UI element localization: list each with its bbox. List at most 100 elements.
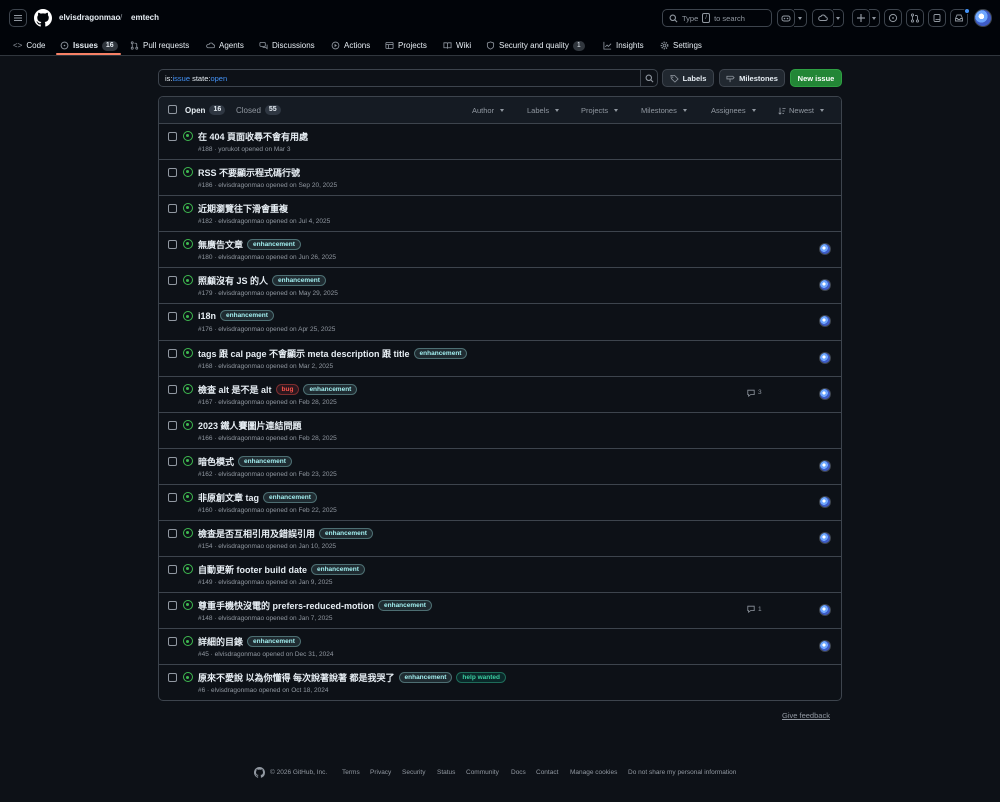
- comment-count[interactable]: 1: [747, 605, 762, 614]
- create-new-button[interactable]: [852, 9, 870, 27]
- assignee-avatar[interactable]: [819, 604, 831, 617]
- issue-row[interactable]: 近期瀏覽往下滑會重複 #182 · elvisdragonmao opened o…: [159, 196, 841, 233]
- issue-row[interactable]: RSS 不要顯示程式碼行號 #186 · elvisdragonmao opene…: [159, 160, 841, 197]
- issue-checkbox[interactable]: [168, 637, 177, 647]
- issue-row[interactable]: 無廣告文章 enhancement #180 · elvisdragonmao op…: [159, 232, 841, 269]
- issue-checkbox[interactable]: [168, 673, 177, 683]
- issue-title-link[interactable]: 檢查 alt 是不是 alt: [198, 383, 272, 396]
- footer-link[interactable]: Do not share my personal information: [628, 769, 736, 776]
- footer-link[interactable]: Security: [402, 769, 425, 776]
- pull-requests-shortcut-button[interactable]: [906, 9, 924, 27]
- issue-title-link[interactable]: 檢查是否互相引用及錯誤引用: [198, 527, 315, 540]
- issue-title-link[interactable]: 暗色模式: [198, 455, 234, 468]
- issue-row[interactable]: 檢查 alt 是不是 alt bug enhancement #167 · elvis…: [159, 377, 841, 413]
- issue-checkbox[interactable]: [168, 456, 177, 466]
- issue-label[interactable]: enhancement: [311, 564, 365, 576]
- issue-checkbox[interactable]: [168, 601, 177, 611]
- tab-pull-requests[interactable]: Pull requests: [130, 35, 189, 56]
- issue-title-link[interactable]: 非原創文章 tag: [198, 491, 259, 504]
- issue-row[interactable]: 尊重手機快沒電的 prefers-reduced-motion enhanceme…: [159, 593, 841, 630]
- issue-title-link[interactable]: 尊重手機快沒電的 prefers-reduced-motion: [198, 599, 374, 612]
- issue-label[interactable]: bug: [275, 383, 300, 395]
- projects-filter-dropdown[interactable]: Projects: [581, 106, 619, 115]
- tab-actions[interactable]: Actions: [331, 35, 370, 56]
- issue-row[interactable]: 暗色模式 enhancement #162 · elvisdragonmao ope…: [159, 449, 841, 485]
- issue-title-link[interactable]: RSS 不要顯示程式碼行號: [198, 166, 300, 179]
- issue-checkbox[interactable]: [168, 348, 177, 358]
- issue-row[interactable]: 詳細的目錄 enhancement #45 · elvisdragonmao ope…: [159, 629, 841, 666]
- issue-checkbox[interactable]: [168, 132, 177, 141]
- assignee-avatar[interactable]: [819, 459, 831, 472]
- issue-checkbox[interactable]: [168, 276, 177, 286]
- codespaces-button[interactable]: [812, 9, 834, 27]
- issue-checkbox[interactable]: [168, 529, 177, 539]
- issue-label[interactable]: enhancement: [413, 347, 468, 359]
- issue-row[interactable]: 照顧沒有 JS 的人 enhancement #179 · elvisdragonm…: [159, 268, 841, 305]
- tab-insights[interactable]: Insights: [603, 35, 644, 56]
- open-issues-tab[interactable]: Open 16: [185, 105, 226, 115]
- issue-checkbox[interactable]: [168, 312, 177, 322]
- issue-checkbox[interactable]: [168, 420, 177, 430]
- issue-title-link[interactable]: 原來不愛說 以為你懂得 每次說著說著 都是我哭了: [198, 671, 395, 684]
- labels-button[interactable]: Labels: [662, 69, 714, 87]
- issue-title-link[interactable]: 無廣告文章: [198, 238, 243, 251]
- copilot-button[interactable]: [777, 9, 795, 27]
- issue-label[interactable]: enhancement: [247, 239, 301, 251]
- codespaces-dropdown-button[interactable]: [833, 9, 844, 27]
- tab-security[interactable]: Security and quality 1: [486, 35, 585, 56]
- filter-search-button[interactable]: [640, 69, 658, 87]
- github-logo-icon[interactable]: [34, 9, 52, 27]
- assignee-avatar[interactable]: [819, 387, 831, 400]
- assignee-avatar[interactable]: [819, 351, 831, 364]
- footer-link[interactable]: Contact: [536, 769, 558, 776]
- global-search-input[interactable]: Type / to search: [662, 9, 772, 27]
- issue-checkbox[interactable]: [168, 168, 177, 178]
- issue-label[interactable]: enhancement: [263, 491, 317, 503]
- footer-link[interactable]: Status: [437, 769, 455, 776]
- copilot-dropdown-button[interactable]: [794, 9, 807, 27]
- issue-title-link[interactable]: i18n: [198, 311, 216, 321]
- issue-label[interactable]: enhancement: [378, 600, 432, 612]
- issue-checkbox[interactable]: [168, 204, 177, 214]
- select-all-checkbox[interactable]: [168, 105, 177, 114]
- issue-label[interactable]: help wanted: [456, 672, 506, 684]
- issue-row[interactable]: 2023 鐵人賽圖片連結問題 #166 · elvisdragonmao open…: [159, 413, 841, 449]
- tab-wiki[interactable]: Wiki: [443, 35, 471, 56]
- new-issue-button[interactable]: New issue: [790, 69, 842, 87]
- sort-dropdown[interactable]: Newest: [778, 106, 825, 115]
- comment-count[interactable]: 3: [747, 389, 762, 397]
- assignee-avatar[interactable]: [819, 315, 831, 328]
- tab-projects[interactable]: Projects: [385, 35, 427, 56]
- menu-button[interactable]: [9, 9, 27, 27]
- breadcrumb-repo[interactable]: emtech: [131, 13, 159, 22]
- issue-label[interactable]: enhancement: [220, 310, 274, 322]
- issue-label[interactable]: enhancement: [238, 455, 292, 467]
- issue-title-link[interactable]: tags 跟 cal page 不會顯示 meta description 跟 …: [198, 347, 410, 360]
- issue-checkbox[interactable]: [168, 240, 177, 250]
- labels-filter-dropdown[interactable]: Labels: [527, 106, 560, 115]
- assignee-avatar[interactable]: [819, 640, 831, 653]
- footer-link[interactable]: Community: [466, 769, 499, 776]
- give-feedback-link[interactable]: Give feedback: [782, 711, 830, 720]
- footer-link[interactable]: Privacy: [370, 769, 391, 776]
- issue-title-link[interactable]: 詳細的目錄: [198, 635, 243, 648]
- issue-checkbox[interactable]: [168, 565, 177, 575]
- tab-agents[interactable]: Agents: [206, 35, 244, 56]
- tab-code[interactable]: <> Code: [13, 35, 45, 56]
- issue-label[interactable]: enhancement: [319, 528, 373, 540]
- issue-row[interactable]: i18n enhancement #176 · elvisdragonmao ope…: [159, 304, 841, 341]
- issue-title-link[interactable]: 近期瀏覽往下滑會重複: [198, 202, 288, 215]
- issue-title-link[interactable]: 照顧沒有 JS 的人: [198, 274, 268, 287]
- issue-filter-input[interactable]: is: issue state: open: [158, 69, 658, 87]
- issues-shortcut-button[interactable]: [884, 9, 902, 27]
- closed-issues-tab[interactable]: Closed 55: [236, 105, 281, 115]
- create-new-dropdown-button[interactable]: [869, 9, 880, 27]
- footer-link[interactable]: Terms: [342, 769, 360, 776]
- issue-label[interactable]: enhancement: [247, 636, 301, 648]
- issue-row[interactable]: 檢查是否互相引用及錯誤引用 enhancement #154 · elvisdrag…: [159, 521, 841, 558]
- tab-discussions[interactable]: Discussions: [259, 35, 315, 56]
- breadcrumb-owner[interactable]: elvisdragonmao: [59, 13, 120, 22]
- footer-link[interactable]: Manage cookies: [570, 769, 617, 776]
- issue-label[interactable]: enhancement: [272, 275, 326, 287]
- milestones-filter-dropdown[interactable]: Milestones: [641, 106, 687, 115]
